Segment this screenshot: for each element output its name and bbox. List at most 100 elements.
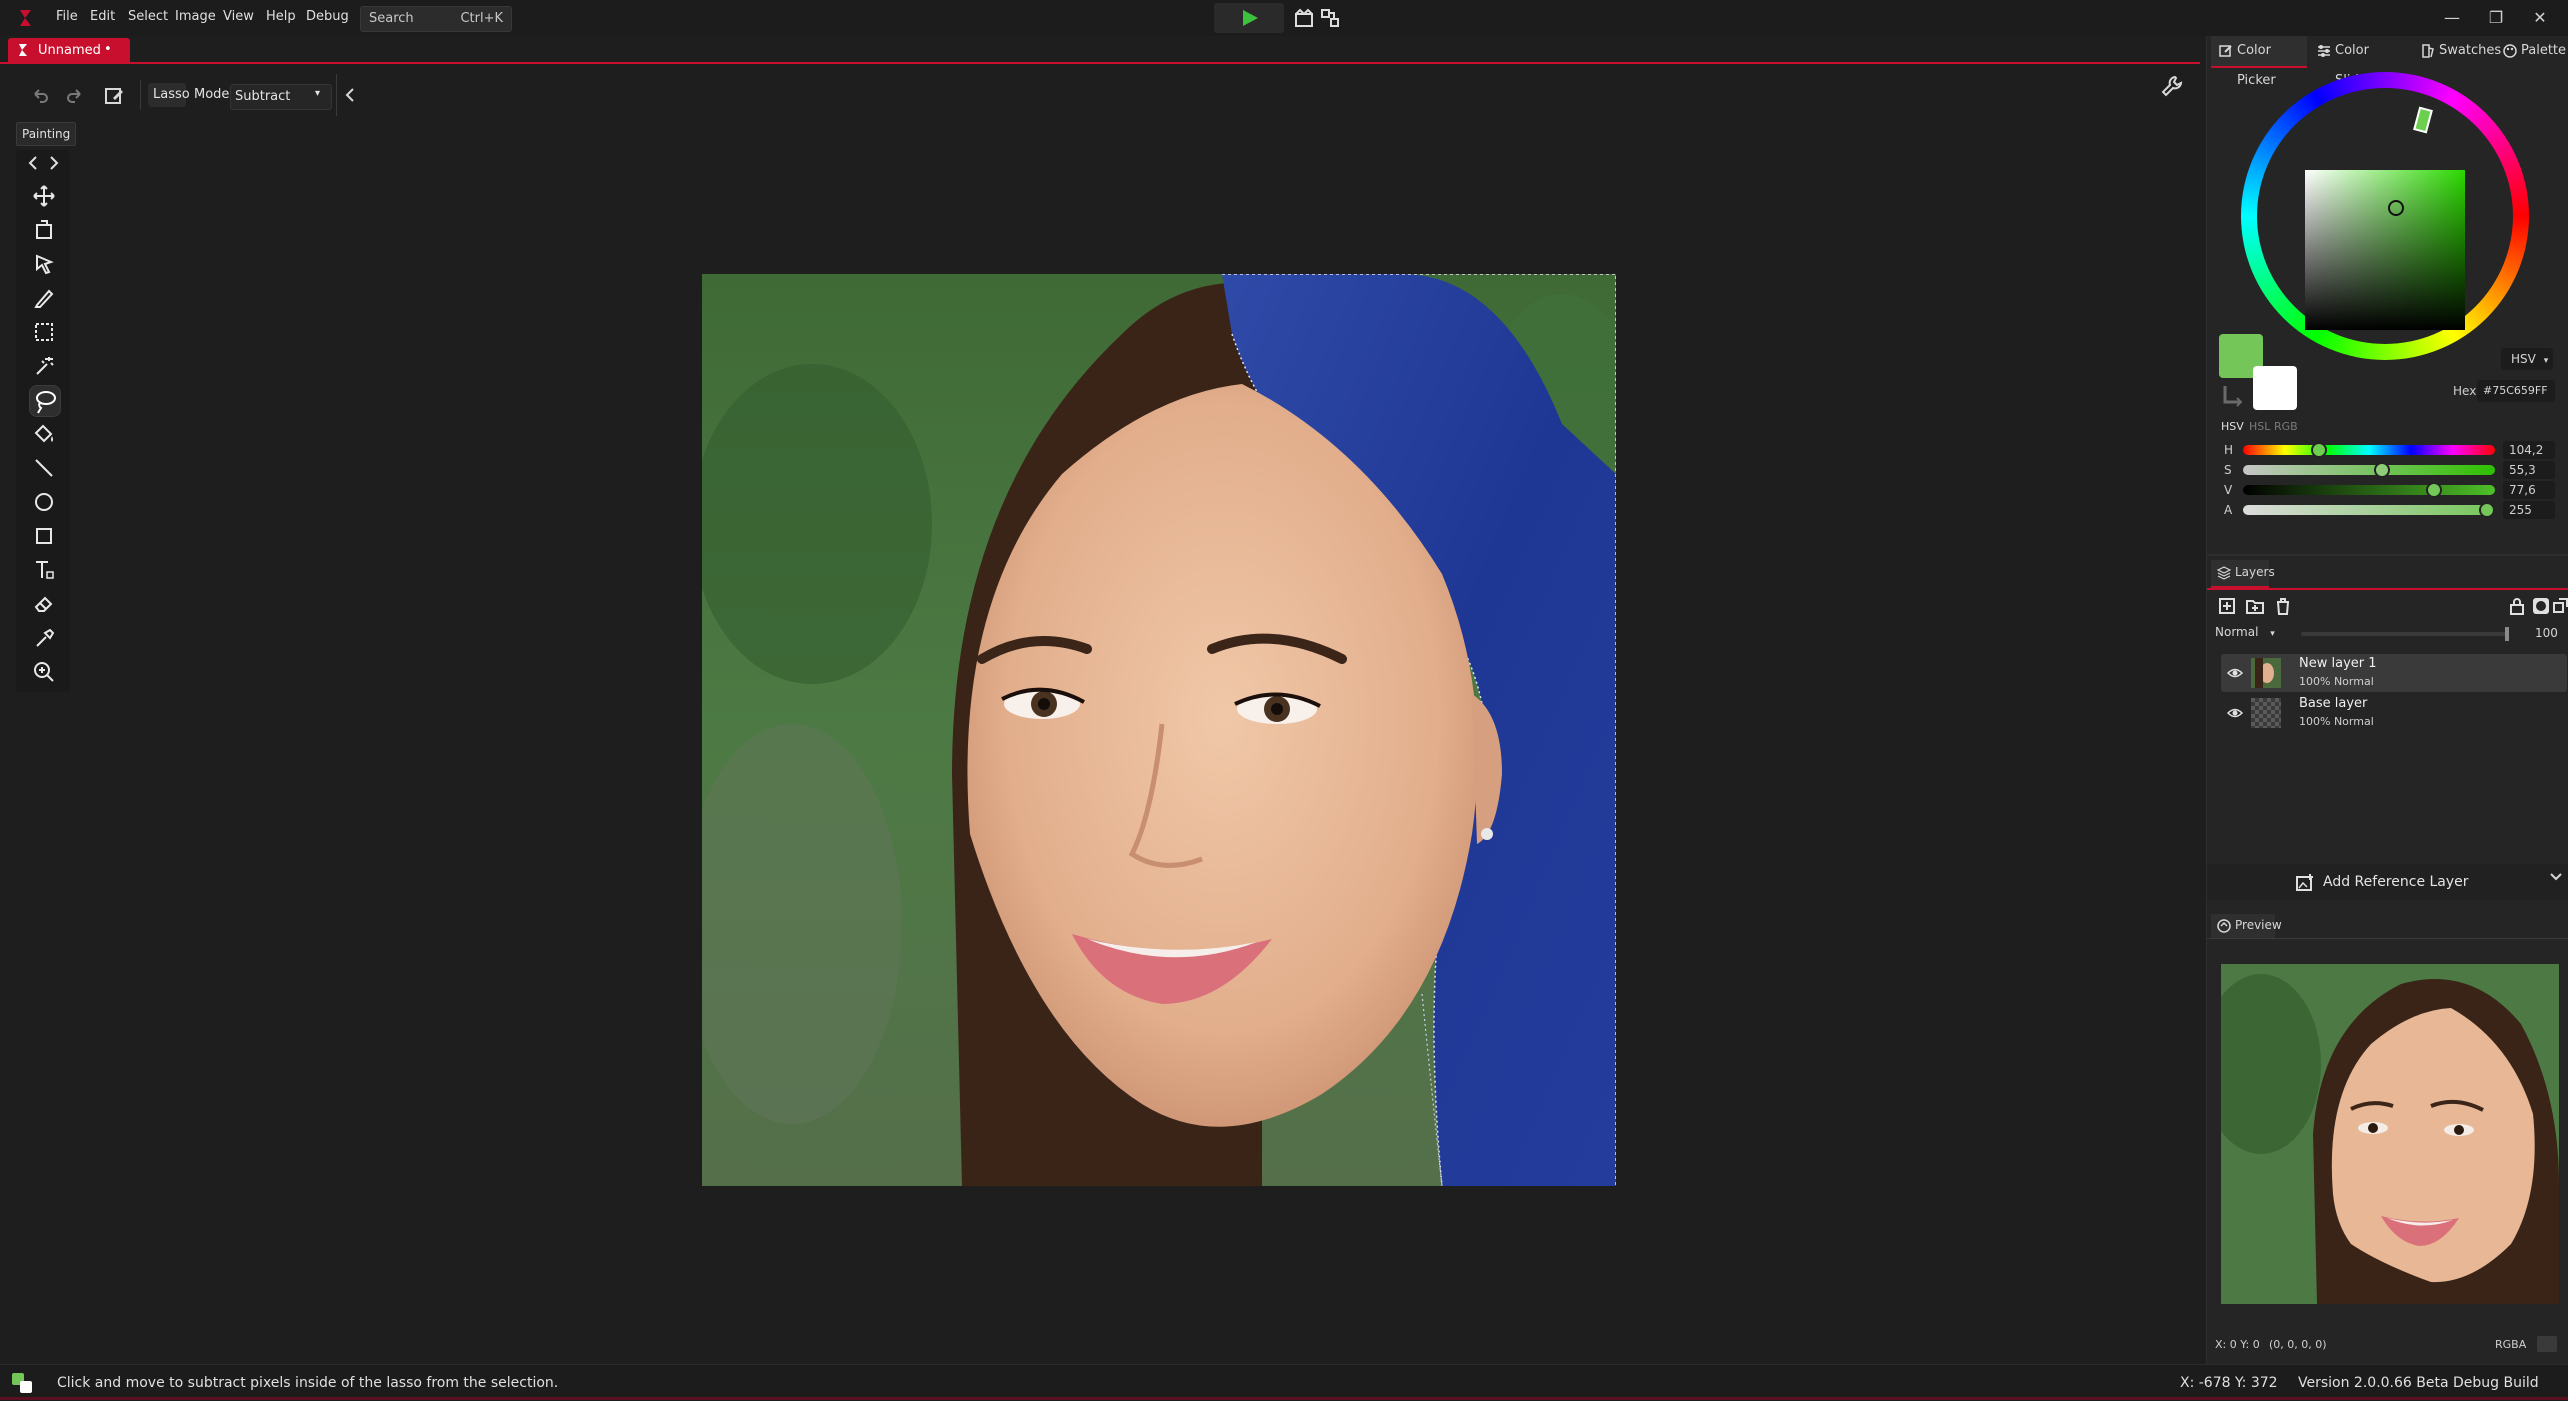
sliders-icon [2317, 44, 2331, 58]
magic-wand-tool-icon[interactable] [29, 351, 59, 381]
opacity-slider-knob[interactable] [2505, 627, 2509, 641]
layer-name: Base layer [2299, 696, 2368, 711]
menu-debug[interactable]: Debug [306, 9, 349, 24]
minimize-icon[interactable]: — [2440, 6, 2464, 30]
sv-cursor[interactable] [2388, 200, 2404, 216]
menu-select[interactable]: Select [128, 9, 168, 24]
ellipse-tool-icon[interactable] [29, 487, 59, 517]
mask-icon[interactable] [2531, 596, 2551, 616]
value-value[interactable]: 77,6 [2503, 481, 2555, 499]
alpha-slider-knob[interactable] [2479, 502, 2495, 518]
chevron-down-icon: ▾ [2543, 356, 2549, 366]
select-arrow-tool-icon[interactable] [29, 249, 59, 279]
color-picker-tool-icon[interactable] [29, 623, 59, 653]
hue-slider[interactable] [2243, 442, 2495, 458]
search-label: Search [369, 11, 414, 26]
hue-value[interactable]: 104,2 [2503, 441, 2555, 459]
close-icon[interactable]: ✕ [2528, 6, 2552, 30]
lasso-tool-icon[interactable] [29, 385, 61, 417]
text-tool-icon[interactable] [29, 555, 59, 585]
mode-select[interactable]: Subtract ▾ [230, 84, 332, 110]
preview-color-mode: RGBA [2495, 1338, 2527, 1351]
wrench-icon[interactable] [2160, 74, 2184, 98]
saturation-value-square[interactable] [2305, 170, 2465, 330]
document-tab[interactable]: Unnamed • [8, 38, 130, 62]
add-folder-icon[interactable] [2245, 596, 2265, 616]
menu-edit[interactable]: Edit [90, 9, 115, 24]
blend-mode-select[interactable]: Normal ▾ [2215, 625, 2279, 643]
move-tool-icon[interactable] [29, 181, 59, 211]
opacity-value[interactable]: 100 [2535, 626, 2558, 640]
fill-tool-icon[interactable] [29, 419, 59, 449]
rectangle-select-tool-icon[interactable] [29, 317, 59, 347]
visibility-eye-icon[interactable] [2227, 705, 2243, 721]
document-tab-label: Unnamed [38, 43, 101, 58]
mode-rgb[interactable]: RGB [2274, 420, 2298, 433]
value-slider-knob[interactable] [2426, 482, 2443, 498]
add-layer-icon[interactable] [2217, 596, 2237, 616]
play-button[interactable] [1214, 3, 1284, 33]
tab-color-picker[interactable]: Color Picker [2211, 36, 2307, 88]
color-wheel[interactable] [2241, 72, 2529, 360]
opacity-slider[interactable] [2301, 627, 2509, 641]
mode-value: Subtract [235, 89, 291, 104]
rectangle-tool-icon[interactable] [29, 521, 59, 551]
tool-next-icon[interactable] [45, 154, 63, 172]
undo-icon[interactable] [30, 86, 50, 106]
eraser-tool-icon[interactable] [29, 589, 59, 619]
menu-image[interactable]: Image [175, 9, 216, 24]
saturation-slider[interactable] [2243, 462, 2495, 478]
chevron-down-icon[interactable] [2549, 870, 2563, 884]
restore-icon[interactable]: ❐ [2484, 6, 2508, 30]
value-slider[interactable] [2243, 482, 2495, 498]
menu-view[interactable]: View [223, 9, 254, 24]
node-graph-icon[interactable] [1320, 8, 1340, 28]
add-reference-label: Add Reference Layer [2323, 874, 2469, 890]
chevron-down-icon: ▾ [315, 88, 321, 99]
tab-palette[interactable]: Palette [2501, 36, 2568, 66]
mode-hsv[interactable]: HSV [2221, 420, 2244, 433]
edit-icon[interactable] [103, 85, 125, 107]
alpha-slider[interactable] [2243, 502, 2495, 518]
hex-input[interactable]: #75C659FF [2477, 380, 2555, 402]
layer-link-icon[interactable] [2553, 596, 2568, 616]
tool-prev-icon[interactable] [24, 154, 42, 172]
divider [2207, 938, 2568, 939]
tab-swatches[interactable]: Swatches [2419, 36, 2501, 66]
search-shortcut: Ctrl+K [460, 11, 503, 26]
mode-hsl[interactable]: HSL [2249, 420, 2270, 433]
layer-opacity-mode: 100% Normal [2299, 675, 2374, 688]
menu-help[interactable]: Help [266, 9, 296, 24]
menu-file[interactable]: File [56, 9, 78, 24]
color-model-select[interactable]: HSV ▾ [2501, 348, 2553, 370]
zoom-tool-icon[interactable] [29, 657, 59, 687]
lock-layer-icon[interactable] [2507, 596, 2527, 616]
transform-tool-icon[interactable] [29, 215, 59, 245]
redo-icon[interactable] [65, 86, 85, 106]
add-reference-layer-button[interactable]: Add Reference Layer [2207, 864, 2568, 900]
clapper-icon[interactable] [1294, 8, 1314, 28]
tab-preview[interactable]: Preview [2211, 914, 2282, 938]
visibility-eye-icon[interactable] [2227, 665, 2243, 681]
delete-layer-icon[interactable] [2273, 596, 2293, 616]
tool-name-label: Lasso [153, 87, 190, 102]
mode-label: Mode [194, 87, 230, 102]
canvas-image[interactable] [702, 274, 1616, 1186]
line-tool-icon[interactable] [29, 453, 59, 483]
layer-row-base-layer[interactable]: Base layer 100% Normal [2221, 694, 2567, 732]
saturation-value[interactable]: 55,3 [2503, 461, 2555, 479]
hue-slider-knob[interactable] [2311, 442, 2328, 458]
alpha-value[interactable]: 255 [2503, 501, 2555, 519]
layer-row-new-layer-1[interactable]: New layer 1 100% Normal [2221, 654, 2567, 692]
swap-colors-icon[interactable] [2221, 382, 2247, 408]
add-image-icon [2295, 873, 2315, 893]
saturation-slider-knob[interactable] [2373, 462, 2390, 478]
collapse-chevron-icon[interactable] [342, 86, 358, 104]
lasso-tool-chip[interactable]: Lasso [148, 83, 190, 107]
tab-color-sliders[interactable]: Color Sliders [2313, 36, 2413, 88]
brush-tool-icon[interactable] [29, 283, 59, 313]
tab-layers[interactable]: Layers [2211, 560, 2275, 588]
secondary-color-swatch[interactable] [2253, 366, 2297, 410]
preview-swatch [2537, 1336, 2557, 1352]
search-input[interactable]: Search Ctrl+K [360, 6, 512, 32]
